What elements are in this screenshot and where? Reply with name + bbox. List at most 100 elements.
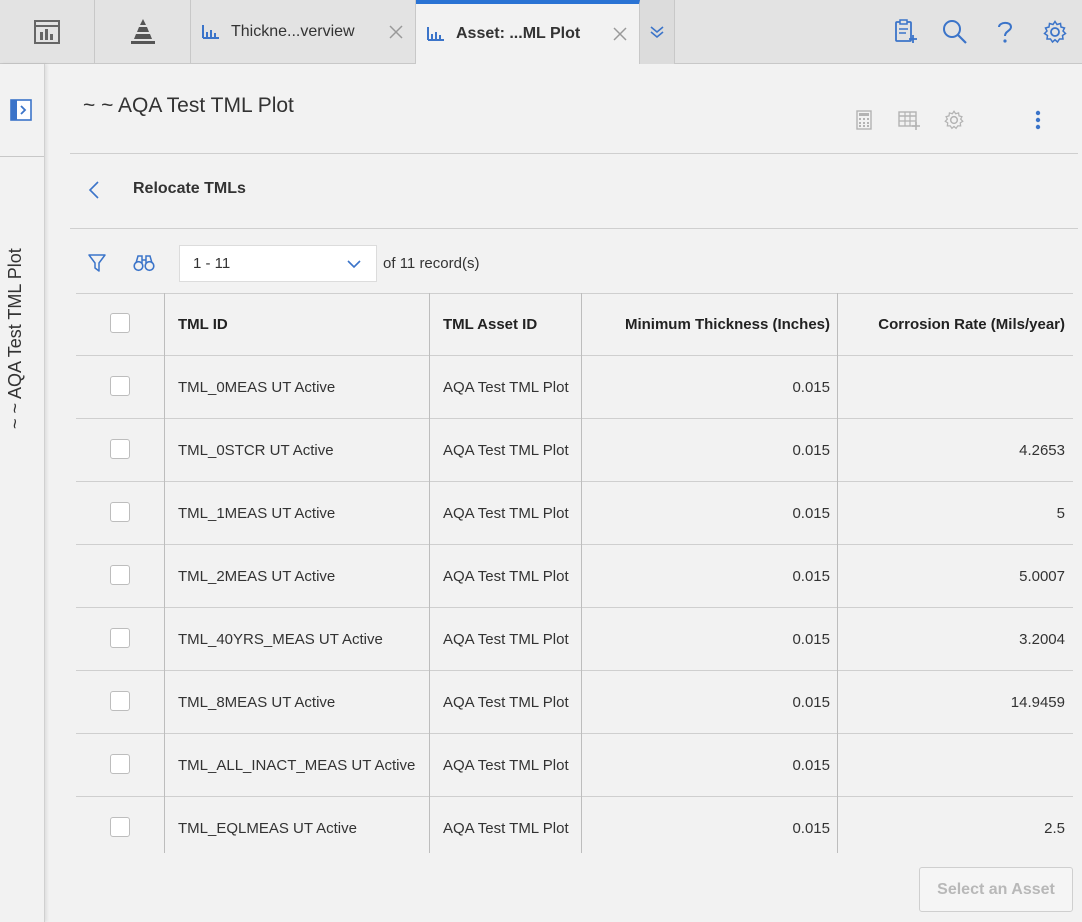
column-divider	[164, 293, 165, 853]
row-checkbox[interactable]	[110, 628, 130, 648]
table-row[interactable]: TML_EQLMEAS UT Active AQA Test TML Plot …	[76, 797, 1073, 853]
cell-corrosion-rate	[838, 734, 1073, 796]
tab-asset-tml-plot[interactable]: Asset: ...ML Plot	[416, 0, 640, 64]
table-settings-button[interactable]	[897, 108, 921, 132]
record-count-total: 11	[399, 255, 416, 272]
help-button[interactable]	[989, 16, 1021, 48]
cell-minimum-thickness: 0.015	[792, 630, 830, 648]
cell-minimum-thickness: 0.015	[792, 441, 830, 459]
cell-corrosion-rate: 5.0007	[1019, 567, 1065, 585]
row-checkbox[interactable]	[110, 691, 130, 711]
table-header-row: TML ID TML Asset ID Minimum Thickness (I…	[76, 293, 1073, 356]
select-asset-button[interactable]: Select an Asset	[919, 867, 1073, 912]
cell-tml-asset-id: AQA Test TML Plot	[443, 378, 569, 396]
filter-icon	[88, 254, 106, 272]
queries-button[interactable]	[889, 16, 921, 48]
table-row[interactable]: TML_8MEAS UT Active AQA Test TML Plot 0.…	[76, 671, 1073, 734]
cell-tml-id: TML_1MEAS UT Active	[178, 504, 336, 522]
cell-tml-id: TML_0STCR UT Active	[178, 441, 334, 459]
find-button[interactable]	[132, 252, 156, 274]
settings-button[interactable]	[942, 108, 966, 132]
cell-corrosion-rate: 5	[1056, 504, 1065, 522]
calculator-button[interactable]	[852, 108, 876, 132]
chart-icon	[427, 27, 444, 41]
cell-tml-asset-id: AQA Test TML Plot	[443, 567, 569, 585]
expand-panel-button[interactable]	[10, 99, 32, 121]
left-rail: ~ ~ AQA Test TML Plot	[0, 64, 45, 922]
row-checkbox[interactable]	[110, 754, 130, 774]
column-header-corrosion-rate[interactable]: Corrosion Rate (Mils/year)	[838, 294, 1073, 355]
cell-corrosion-rate	[838, 356, 1073, 418]
settings-button[interactable]	[1039, 16, 1071, 48]
cell-tml-id: TML_40YRS_MEAS UT Active	[178, 630, 383, 648]
search-button[interactable]	[939, 16, 971, 48]
cell-corrosion-rate: 4.2653	[1019, 441, 1065, 459]
table-row[interactable]: TML_0MEAS UT Active AQA Test TML Plot 0.…	[76, 356, 1073, 419]
dashboard-icon	[34, 20, 60, 44]
gear-icon	[1043, 20, 1067, 44]
row-checkbox[interactable]	[110, 565, 130, 585]
close-icon[interactable]	[389, 25, 403, 39]
chevron-down-icon	[347, 260, 361, 269]
row-checkbox[interactable]	[110, 817, 130, 837]
kebab-menu-icon	[1035, 110, 1041, 130]
cell-minimum-thickness: 0.015	[792, 756, 830, 774]
cell-tml-id: TML_ALL_INACT_MEAS UT Active	[178, 756, 416, 774]
column-header-tml-id[interactable]: TML ID	[178, 294, 228, 355]
chart-icon	[202, 25, 219, 39]
cell-tml-id: TML_0MEAS UT Active	[178, 378, 336, 396]
rail-title: ~ ~ AQA Test TML Plot	[5, 248, 25, 429]
cell-minimum-thickness: 0.015	[792, 693, 830, 711]
rail-divider	[0, 156, 44, 157]
cell-tml-asset-id: AQA Test TML Plot	[443, 504, 569, 522]
tml-table: TML ID TML Asset ID Minimum Thickness (I…	[76, 293, 1073, 853]
table-row[interactable]: TML_0STCR UT Active AQA Test TML Plot 0.…	[76, 419, 1073, 482]
cell-corrosion-rate: 14.9459	[1010, 693, 1065, 711]
cell-tml-asset-id: AQA Test TML Plot	[443, 693, 569, 711]
help-icon	[998, 21, 1013, 43]
cell-minimum-thickness: 0.015	[792, 504, 830, 522]
page-range-value: 1 - 11	[193, 255, 231, 272]
back-button[interactable]	[84, 178, 104, 202]
dashboard-button[interactable]	[0, 0, 95, 64]
tab-thickness-overview[interactable]: Thickne...verview	[191, 0, 416, 64]
column-divider	[837, 293, 838, 853]
row-checkbox[interactable]	[110, 502, 130, 522]
gear-icon	[944, 110, 964, 130]
select-all-checkbox[interactable]	[110, 313, 130, 333]
more-options-button[interactable]	[1026, 108, 1050, 132]
cell-minimum-thickness: 0.015	[792, 378, 830, 396]
clipboard-add-icon	[895, 19, 917, 43]
record-count-of: of	[383, 255, 396, 272]
cell-tml-id: TML_8MEAS UT Active	[178, 693, 336, 711]
row-checkbox[interactable]	[110, 376, 130, 396]
section-title: Relocate TMLs	[133, 180, 246, 197]
row-checkbox[interactable]	[110, 439, 130, 459]
cell-minimum-thickness: 0.015	[792, 567, 830, 585]
filter-button[interactable]	[86, 252, 108, 274]
column-divider	[581, 293, 582, 853]
cell-minimum-thickness: 0.015	[792, 820, 830, 837]
cell-tml-id: TML_EQLMEAS UT Active	[178, 820, 357, 837]
binoculars-icon	[133, 255, 155, 272]
cell-corrosion-rate: 2.5	[1044, 820, 1065, 837]
pyramid-icon	[130, 19, 155, 44]
calculator-icon	[856, 110, 872, 130]
close-icon[interactable]	[613, 27, 627, 41]
table-row[interactable]: TML_2MEAS UT Active AQA Test TML Plot 0.…	[76, 545, 1073, 608]
column-header-tml-asset-id[interactable]: TML Asset ID	[443, 294, 537, 355]
cell-tml-id: TML_2MEAS UT Active	[178, 567, 336, 585]
column-header-minimum-thickness[interactable]: Minimum Thickness (Inches)	[582, 294, 838, 355]
cell-tml-asset-id: AQA Test TML Plot	[443, 630, 569, 648]
page-range-select[interactable]: 1 - 11	[179, 245, 377, 282]
double-chevron-down-icon	[650, 26, 664, 39]
hierarchy-button[interactable]	[95, 0, 191, 64]
cell-corrosion-rate: 3.2004	[1019, 630, 1065, 648]
table-row[interactable]: TML_ALL_INACT_MEAS UT Active AQA Test TM…	[76, 734, 1073, 797]
tab-overflow-button[interactable]	[640, 0, 675, 64]
table-row[interactable]: TML_1MEAS UT Active AQA Test TML Plot 0.…	[76, 482, 1073, 545]
header-divider	[70, 153, 1078, 154]
table-row[interactable]: TML_40YRS_MEAS UT Active AQA Test TML Pl…	[76, 608, 1073, 671]
record-count-label: record(s)	[419, 255, 480, 272]
top-tab-bar: Thickne...verview Asset: ...ML Plot	[0, 0, 1082, 64]
